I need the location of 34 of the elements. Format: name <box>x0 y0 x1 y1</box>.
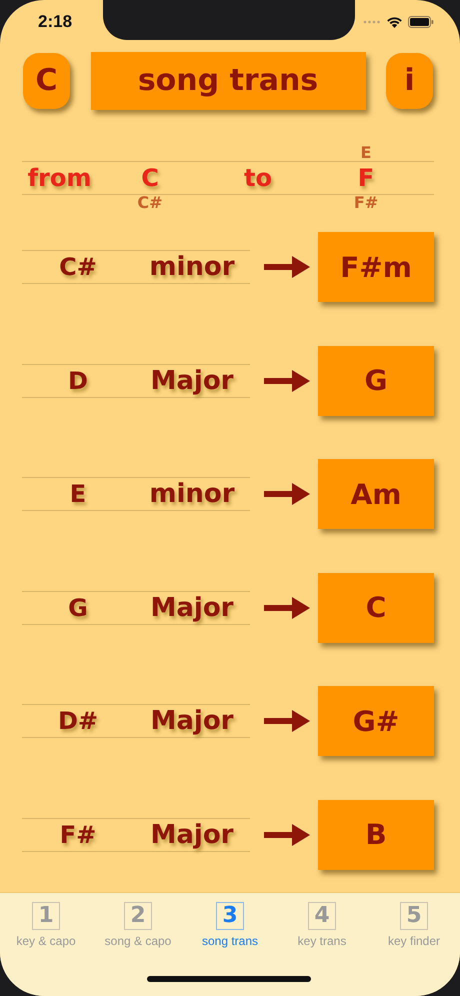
result-chord-button[interactable]: C <box>318 572 434 643</box>
tab[interactable]: 5 key finder <box>368 902 460 948</box>
status-time: 2:18 <box>38 12 72 32</box>
result-chord-button[interactable]: G <box>318 346 434 416</box>
arrow-icon <box>264 822 310 847</box>
wifi-icon <box>386 16 403 28</box>
chord-picker[interactable]: C# minor <box>22 250 250 284</box>
to-label: to <box>243 164 273 192</box>
chord-picker[interactable]: D# Major <box>22 704 250 738</box>
from-label: from <box>26 164 92 192</box>
title-banner: song trans <box>90 52 366 110</box>
tab[interactable]: 3 song trans <box>184 902 276 948</box>
chord-picker[interactable]: G Major <box>22 590 250 625</box>
result-chord-button[interactable]: B <box>318 800 434 870</box>
tab[interactable]: 4 key trans <box>276 902 368 948</box>
result-chord-button[interactable]: F#m <box>318 232 434 302</box>
chord-picker[interactable]: D Major <box>22 364 250 398</box>
tab[interactable]: 2 song & capo <box>92 902 184 948</box>
tab[interactable]: 1 key & capo <box>0 902 92 948</box>
arrow-icon <box>264 368 310 393</box>
arrow-icon <box>264 482 310 506</box>
result-chord-button[interactable]: G# <box>318 686 434 756</box>
arrow-icon <box>264 255 310 280</box>
arrow-icon <box>264 596 310 620</box>
result-chord-button[interactable]: Am <box>318 459 434 530</box>
to-key-picker[interactable]: E F F# <box>313 144 419 212</box>
signal-icon <box>363 18 381 25</box>
key-button[interactable]: C <box>23 52 70 109</box>
battery-icon <box>408 16 434 28</box>
chord-picker[interactable]: E minor <box>22 477 250 512</box>
arrow-icon <box>264 709 310 734</box>
from-key-picker[interactable]: C C# <box>97 144 203 212</box>
info-button[interactable]: i <box>386 52 433 109</box>
chord-picker[interactable]: F# Major <box>22 818 250 852</box>
